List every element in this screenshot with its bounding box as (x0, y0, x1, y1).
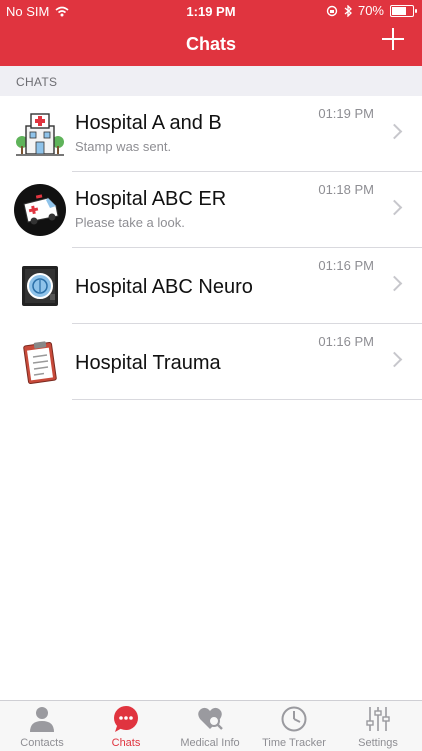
clipboard-icon (23, 341, 57, 385)
chat-title: Hospital A and B (75, 112, 222, 134)
chevron-right-icon (386, 123, 403, 140)
sliders-icon (366, 707, 390, 731)
chat-preview: Please take a look. (75, 215, 185, 230)
chat-preview: Stamp was sent. (75, 139, 172, 154)
chat-time: 01:16 PM (318, 334, 374, 349)
new-chat-button[interactable] (380, 26, 406, 52)
heart-search-icon (198, 707, 223, 730)
hospital-building-icon (16, 113, 64, 156)
chat-bubble-icon (114, 706, 138, 732)
header: No SIM 1:19 PM 70% Chats (0, 0, 422, 66)
clock-icon (281, 706, 307, 732)
chat-time: 01:19 PM (318, 106, 374, 121)
tab-label: Time Tracker (262, 737, 326, 749)
tab-settings[interactable]: Settings (336, 701, 420, 751)
chat-row[interactable]: Hospital ABC Neuro 01:16 PM (0, 248, 422, 324)
page-title: Chats (185, 34, 236, 54)
chat-time: 01:16 PM (318, 258, 374, 273)
chat-time: 01:18 PM (318, 182, 374, 197)
chat-row[interactable]: Hospital A and B Stamp was sent. 01:19 P… (0, 96, 422, 172)
tab-label: Settings (358, 737, 398, 749)
tab-contacts[interactable]: Contacts (0, 701, 84, 751)
rotation-lock-icon (326, 5, 338, 16)
battery-percent: 70% (357, 3, 384, 18)
tab-label: Medical Info (180, 737, 240, 749)
chevron-right-icon (386, 199, 403, 216)
tab-time-tracker[interactable]: Time Tracker (252, 701, 336, 751)
person-icon (30, 707, 54, 732)
chat-row[interactable]: Hospital Trauma 01:16 PM (0, 324, 422, 400)
battery-fill (392, 6, 406, 15)
tab-label: Chats (111, 737, 141, 749)
chat-title: Hospital ABC Neuro (75, 276, 253, 298)
status-bar: No SIM 1:19 PM 70% (0, 0, 422, 22)
tab-bar: Contacts Chats Medical Info Time Tracker (0, 700, 422, 751)
battery-icon (390, 4, 417, 17)
section-header-label: CHATS (16, 75, 58, 89)
chat-title: Hospital Trauma (75, 352, 221, 374)
row-divider (72, 399, 422, 400)
tab-label: Contacts (20, 737, 64, 749)
xray-scanner-icon (22, 266, 58, 306)
chat-list: Hospital A and B Stamp was sent. 01:19 P… (0, 96, 422, 400)
section-header: CHATS (0, 66, 422, 96)
tab-chats[interactable]: Chats (84, 701, 168, 751)
chat-title: Hospital ABC ER (75, 188, 227, 210)
ambulance-icon (14, 184, 66, 236)
bluetooth-icon (344, 4, 352, 17)
chat-row[interactable]: Hospital ABC ER Please take a look. 01:1… (0, 172, 422, 248)
chevron-right-icon (386, 275, 403, 292)
tab-medical-info[interactable]: Medical Info (168, 701, 252, 751)
chevron-right-icon (386, 351, 403, 368)
